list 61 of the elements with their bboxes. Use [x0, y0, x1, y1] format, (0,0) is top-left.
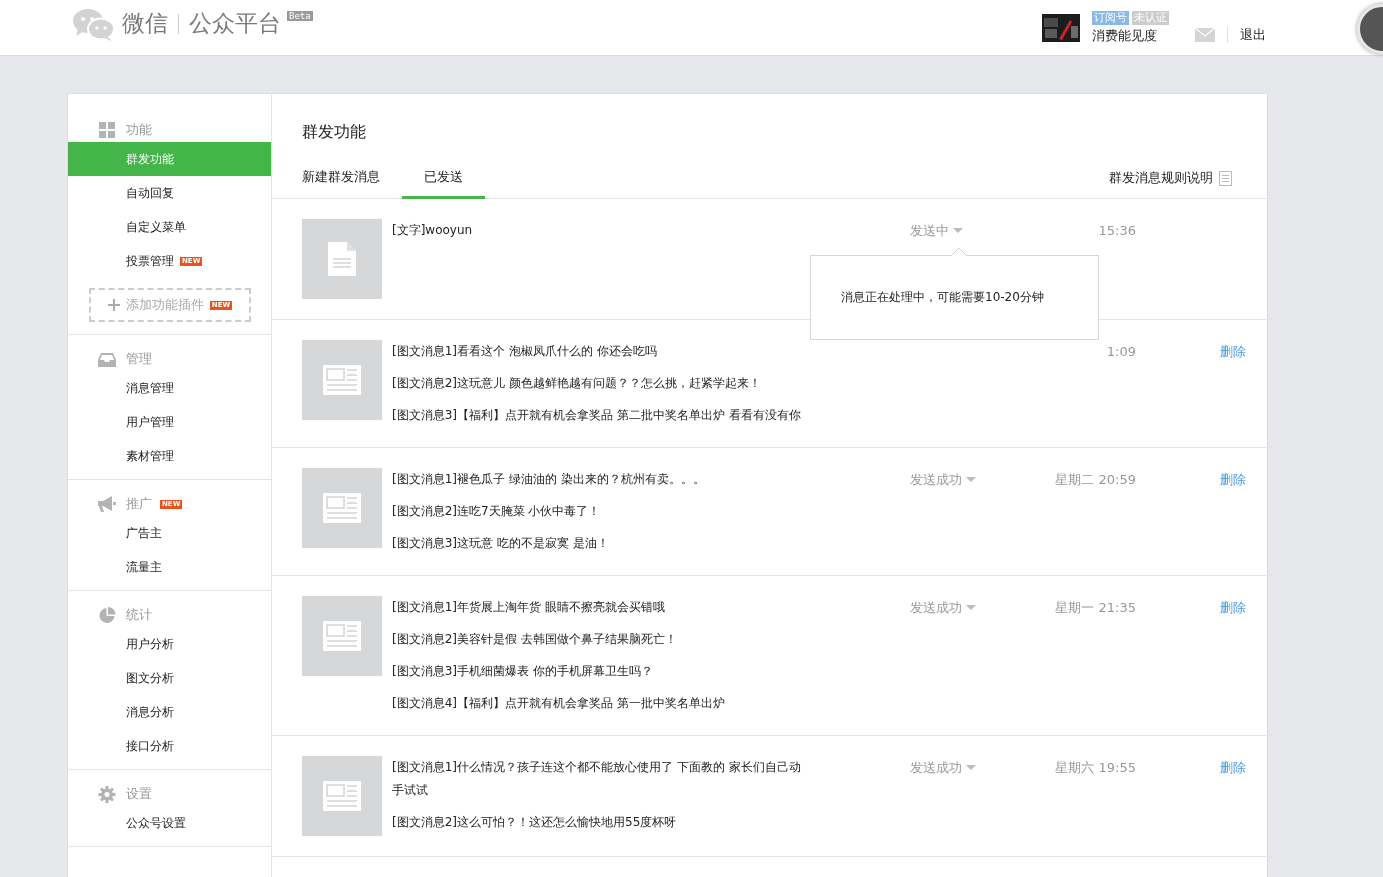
message-title[interactable]: [图文消息3]这玩意 吃的不是寂寞 是油！	[392, 532, 812, 555]
sidebar-item[interactable]: 用户管理	[68, 405, 271, 439]
tray-icon	[98, 351, 116, 367]
grid-icon	[98, 122, 116, 138]
message-title[interactable]: [图文消息1]褪色瓜子 绿油油的 染出来的？杭州有卖。。。	[392, 468, 812, 491]
megaphone-icon	[98, 496, 116, 512]
send-time: 15:36	[1097, 222, 1136, 240]
sidebar-item[interactable]: 流量主	[68, 550, 271, 584]
page-title: 群发功能	[301, 121, 367, 143]
message-title[interactable]: [图文消息2]这么可怕？！这还怎么愉快地用55度杯呀	[392, 811, 812, 834]
logo-icon	[72, 6, 116, 41]
menu-section-title: 设置	[126, 785, 152, 803]
tooltip-arrow	[951, 247, 967, 256]
message-title[interactable]: [图文消息1]年货展上淘年货 眼睛不擦亮就会买错哦	[392, 596, 812, 619]
article-icon	[323, 781, 361, 811]
tab[interactable]: 新建群发消息	[302, 157, 402, 199]
message-title[interactable]: [图文消息2]这玩意儿 颜色越鲜艳越有问题？？怎么挑，赶紧学起来！	[392, 372, 812, 395]
document-icon	[328, 242, 356, 276]
send-time: 星期六 19:55	[1054, 759, 1136, 777]
account-tag: 订阅号	[1092, 10, 1129, 25]
product-name: 公众平台	[189, 9, 281, 38]
account-name[interactable]: 消费能见度	[1092, 26, 1169, 45]
settings-icon	[98, 785, 116, 803]
plus-icon	[107, 299, 120, 311]
article-icon	[323, 365, 361, 395]
caret-icon	[966, 605, 976, 610]
menu-section-title: 统计	[126, 606, 152, 624]
pie-chart-icon	[98, 606, 116, 624]
menu-section-title: 功能	[126, 121, 152, 139]
tab[interactable]: 已发送	[402, 157, 485, 199]
message-title[interactable]: [图文消息2]连吃7天腌菜 小伙中毒了！	[392, 500, 812, 523]
sidebar-item[interactable]: 公众号设置	[68, 806, 271, 840]
message-title[interactable]: [图文消息2]美容针是假 去韩国做个鼻子结果脑死亡！	[392, 628, 812, 651]
sidebar-item[interactable]: 消息管理	[68, 371, 271, 405]
message-title[interactable]: [图文消息3]【福利】点开就有机会拿奖品 第二批中奖名单出炉 看看有没有你	[392, 404, 812, 427]
caret-icon	[966, 765, 976, 770]
brand-name: 微信	[122, 9, 168, 38]
sidebar-item[interactable]: 广告主	[68, 516, 271, 550]
message-title[interactable]: [图文消息4]【福利】点开就有机会拿奖品 第一批中奖名单出炉	[392, 692, 812, 715]
message-title[interactable]: [图文消息3]手机细菌爆表 你的手机屏幕卫生吗？	[392, 660, 812, 683]
caret-icon	[953, 228, 963, 233]
sidebar-item[interactable]: 素材管理	[68, 439, 271, 473]
sidebar-item[interactable]: 自动回复	[68, 176, 271, 210]
rules-link[interactable]: 群发消息规则说明	[1109, 169, 1213, 187]
caret-icon	[966, 477, 976, 482]
article-icon	[323, 621, 361, 651]
sidebar-item[interactable]: 自定义菜单	[68, 210, 271, 244]
sidebar-item[interactable]: 用户分析	[68, 627, 271, 661]
article-icon	[323, 493, 361, 523]
send-time: 星期二 20:59	[1054, 471, 1136, 489]
sidebar-item[interactable]: 接口分析	[68, 729, 271, 763]
menu-section-title: 管理	[126, 350, 152, 368]
logout-link[interactable]: 退出	[1240, 25, 1266, 44]
sidebar-item[interactable]: 消息分析	[68, 695, 271, 729]
message-title[interactable]: [文字]wooyun	[392, 219, 812, 242]
send-time: 1:09	[1105, 343, 1136, 361]
message-title[interactable]: [图文消息1]什么情况？孩子连这个都不能放心使用了 下面教的 家长们自己动手试试	[392, 756, 812, 802]
message-title[interactable]: [图文消息1]看看这个 泡椒凤爪什么的 你还会吃吗	[392, 340, 812, 363]
sidebar-item[interactable]: 图文分析	[68, 661, 271, 695]
beta-badge: Beta	[287, 10, 313, 21]
menu-section-title: 推广	[126, 495, 152, 513]
